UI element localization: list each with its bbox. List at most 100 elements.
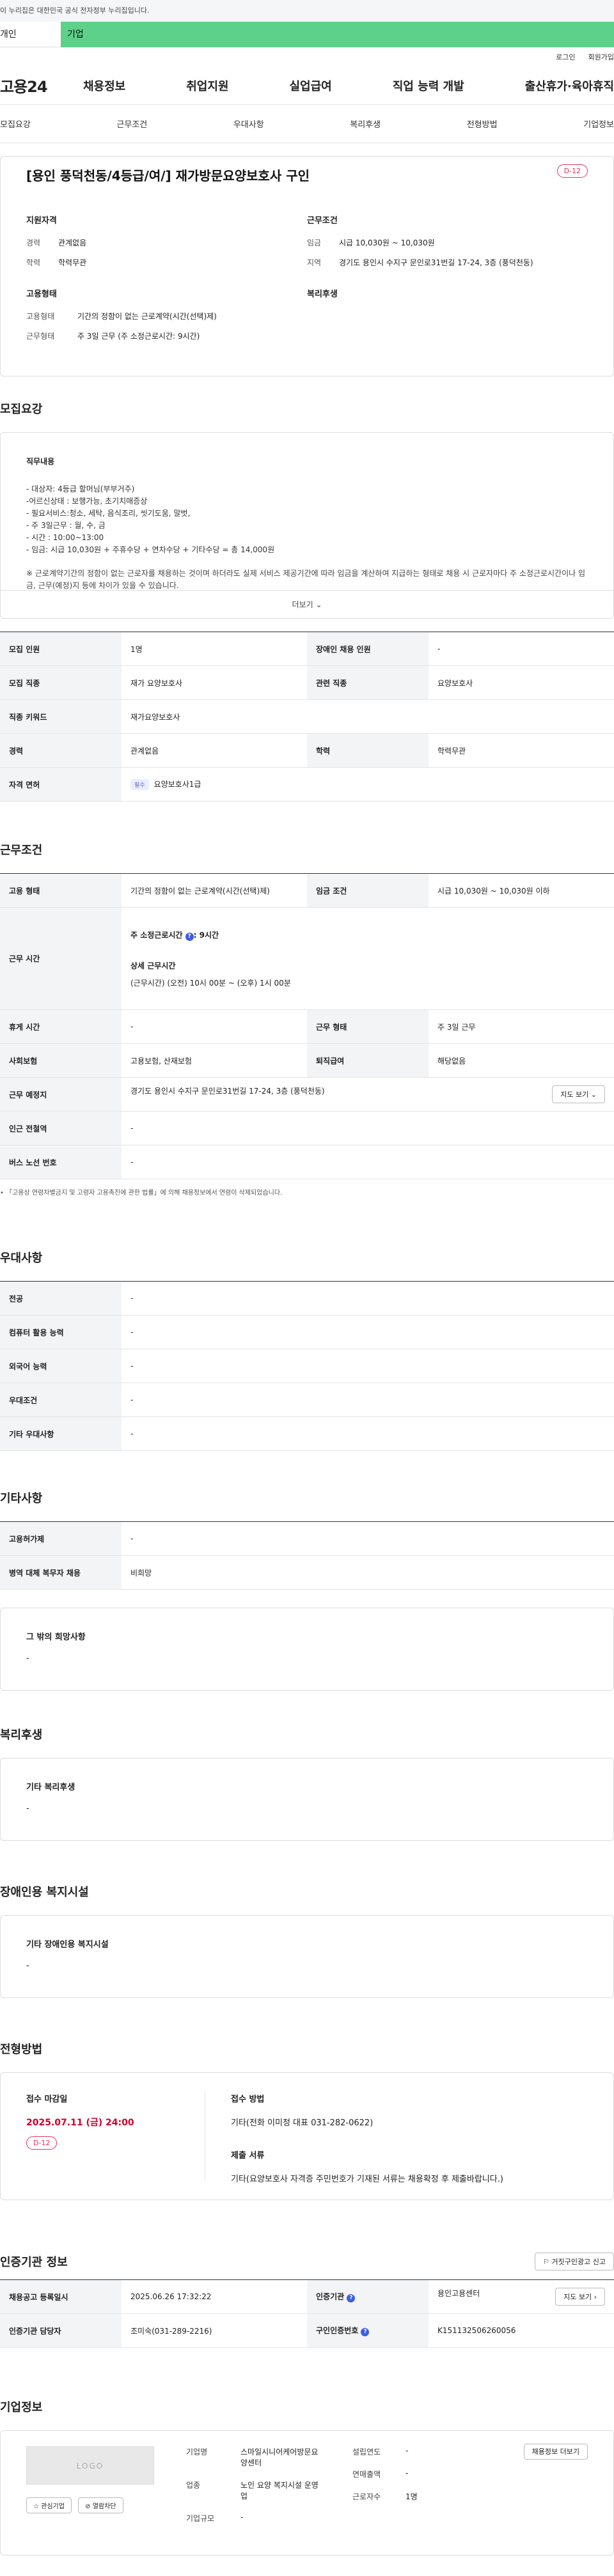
tab-individual[interactable]: 개인: [0, 22, 61, 47]
emp-form-value: 주 3일 근무 (주 소정근로시간: 9시간): [77, 332, 200, 341]
table-row: 모집 인원 1명 장애인 채용 인원 -: [0, 632, 614, 666]
info-icon[interactable]: ?: [361, 2328, 370, 2336]
more-button[interactable]: 더보기 ⌄: [1, 590, 613, 618]
section-nav-pref[interactable]: 우대사항: [233, 118, 264, 130]
table-row: 고용 형태 기간의 정함이 없는 근로계약(시간(선택)제) 임금 조건 시급 10…: [0, 873, 614, 908]
cond-title: 근무조건: [307, 216, 338, 226]
pref-table: 전공 - 컴퓨터 활용 능력 - 외국어 능력 - 우대조건 - 기타 우대사항 -: [0, 1281, 614, 1451]
company-card: LOGO ☆ 관심기업 ⊘ 열람차단 기업명 스마일시니어케어방문요양센터 업종 노…: [0, 2430, 614, 2556]
process-section-title: 전형방법: [0, 2043, 43, 2056]
tab-company[interactable]: 기업: [61, 22, 614, 47]
report-icon: ⚐: [543, 2258, 550, 2266]
required-badge: 필수: [130, 779, 149, 790]
table-row: 경력 관계없음 학력 학력무관: [0, 733, 614, 768]
welfare-box-value: -: [26, 1804, 29, 1813]
join-link[interactable]: 회원가입: [588, 52, 614, 62]
chevron-down-icon: ⌄: [590, 1090, 597, 1099]
cond-wage-value: 시급 10,030원 ~ 10,030원: [339, 238, 435, 247]
favorite-company-button[interactable]: ☆ 관심기업: [26, 2497, 72, 2513]
job-summary-card: [용인 풍덕천동/4등급/여/] 재가방문요양보호사 구인 D-12 지원자격 …: [0, 156, 614, 376]
duty-line: - 필요서비스:청소, 세탁, 음식조리, 씻기도움, 말벗,: [26, 509, 191, 518]
util-bar: 로그인 회원가입: [0, 47, 614, 66]
table-row: 채용공고 등록일시 2025.06.26 17:32:22 인증기관 ? 용인고용…: [0, 2279, 614, 2314]
table-row: 근무 시간 주 소정근로시간 ?: 9시간 상세 근무시간 (근무시간) (오전…: [0, 907, 614, 1010]
company-revenue: -: [405, 2469, 409, 2478]
company-name: 스마일시니어케어방문요양센터: [240, 2448, 319, 2467]
welfare-summary-title: 복리후생: [307, 290, 338, 299]
etc-table: 고용허가제 - 병역 대체 복무자 채용 비희망: [0, 1521, 614, 1590]
chevron-down-icon: ⌄: [315, 600, 322, 609]
user-type-tabs: 개인 기업: [0, 22, 614, 47]
welfare-box-title: 기타 복리후생: [26, 1783, 75, 1792]
deadline-title: 접수 마감일: [26, 2095, 68, 2104]
work-table: 고용 형태 기간의 정함이 없는 근로계약(시간(선택)제) 임금 조건 시급 10…: [0, 873, 614, 1179]
gov-banner: 이 누리집은 대한민국 공식 전자정부 누리집입니다.: [0, 0, 614, 22]
hours-detail-title: 상세 근무시간: [130, 961, 176, 970]
table-row: 인증기관 담당자 조미숙(031-289-2216) 구인인증번호 ? K1511…: [0, 2313, 614, 2348]
table-row: 우대조건 -: [0, 1383, 614, 1417]
gnb-item-jobs[interactable]: 채용정보: [83, 77, 125, 94]
docs-title: 제출 서류: [231, 2151, 265, 2161]
info-icon[interactable]: ?: [347, 2294, 356, 2302]
company-staff: 1명: [405, 2492, 418, 2501]
emp-form-label: 근무형태: [26, 332, 55, 341]
gnb-item-skills[interactable]: 직업 능력 개발: [393, 77, 464, 94]
emp-type-label: 고용형태: [26, 312, 55, 321]
disab-box-value: -: [26, 1961, 29, 1971]
section-nav-process[interactable]: 전형방법: [467, 118, 498, 130]
block-icon: ⊘: [85, 2503, 91, 2510]
duty-title: 직무내용: [26, 457, 55, 466]
table-row: 사회보험 고용보험, 산재보험 퇴직급여 해당없음: [0, 1043, 614, 1078]
section-nav-welfare[interactable]: 복리후생: [350, 118, 381, 130]
qual-career-label: 경력: [26, 238, 41, 247]
login-link[interactable]: 로그인: [556, 52, 575, 62]
table-row: 근무 예정지 경기도 용인시 수지구 문인로31번길 17-24, 3층 (풍덕…: [0, 1077, 614, 1112]
disab-section-title: 장애인용 복지시설: [0, 1886, 89, 1899]
duty-line: - 시간 : 10:00~13:00: [26, 533, 104, 542]
duty-line: - 대상자: 4등급 할머님(부부거주): [26, 485, 135, 493]
false-ad-report-button[interactable]: ⚐ 거짓구인광고 신고: [535, 2253, 614, 2270]
cond-region-value: 경기도 용인시 수지구 문인로31번길 17-24, 3층 (풍덕천동): [339, 258, 533, 267]
age-footnote: • 「고용상 연령차별금지 및 고령자 고용촉진에 관한 법률」에 의해 채용정…: [0, 1190, 283, 1197]
site-logo[interactable]: 고용24: [0, 74, 83, 97]
table-row: 인근 전철역 -: [0, 1111, 614, 1145]
cert-section-title: 인증기관 정보: [0, 2256, 68, 2269]
duty-description-card: 직무내용 - 대상자: 4등급 할머님(부부거주) -어르신상태 : 보행가능,…: [0, 432, 614, 619]
table-row: 모집 직종 재가 요양보호사 관련 직종 요양보호사: [0, 665, 614, 700]
duty-line: - 임금: 시급 10,030원 + 주휴수당 + 연차수당 + 기타수당 = …: [26, 545, 275, 554]
gnb-menu: 채용정보 취업지원 실업급여 직업 능력 개발 출산휴가·육아휴직: [83, 77, 614, 94]
qual-edu-label: 학력: [26, 258, 41, 267]
section-nav-recruit[interactable]: 모집요강: [0, 118, 31, 130]
global-nav: 고용24 채용정보 취업지원 실업급여 직업 능력 개발 출산휴가·육아휴직: [0, 66, 614, 105]
dday-badge: D-12: [26, 2136, 58, 2150]
other-wish-title: 그 밖의 희망사항: [26, 1633, 86, 1642]
emp-title: 고용형태: [26, 290, 57, 299]
gnb-item-leave[interactable]: 출산휴가·육아휴직: [525, 77, 614, 94]
agency-map-button[interactable]: 지도 보기 ›: [555, 2288, 605, 2306]
company-industry: 노인 요양 복지시설 운영업: [240, 2481, 319, 2501]
qual-title: 지원자격: [26, 216, 57, 226]
section-nav-company[interactable]: 기업정보: [583, 118, 614, 130]
more-jobs-button[interactable]: 채용정보 더보기: [523, 2444, 588, 2460]
info-icon[interactable]: ?: [185, 932, 194, 941]
dday-badge: D-12: [556, 164, 588, 178]
section-nav-work[interactable]: 근무조건: [116, 118, 147, 130]
process-card: 접수 마감일 2025.07.11 (금) 24:00 D-12 접수 방법 기…: [0, 2072, 614, 2200]
qual-edu-value: 학력무관: [58, 258, 87, 267]
etc-section-title: 기타사항: [0, 1492, 43, 1505]
map-button[interactable]: 지도 보기 ⌄: [552, 1085, 605, 1103]
cond-region-label: 지역: [307, 258, 322, 267]
work-section-title: 근무조건: [0, 844, 43, 857]
other-wish-value: -: [26, 1654, 29, 1663]
emp-type-value: 기간의 정함이 없는 근로계약(시간(선택)제): [77, 312, 217, 321]
block-view-button[interactable]: ⊘ 열람차단: [78, 2497, 123, 2513]
company-logo: LOGO: [26, 2446, 154, 2485]
gnb-item-unemployment-benefit[interactable]: 실업급여: [290, 77, 332, 94]
gnb-item-employment-support[interactable]: 취업지원: [186, 77, 228, 94]
company-founded: -: [405, 2446, 409, 2455]
cond-wage-label: 임금: [307, 238, 322, 247]
recruit-table: 모집 인원 1명 장애인 채용 인원 - 모집 직종 재가 요양보호사 관련 직종 요양…: [0, 632, 614, 802]
table-row: 휴게 시간 - 근무 형태 주 3일 근무: [0, 1009, 614, 1044]
table-row: 버스 노선 번호 -: [0, 1145, 614, 1179]
license-value: 요양보호사1급: [154, 780, 201, 789]
